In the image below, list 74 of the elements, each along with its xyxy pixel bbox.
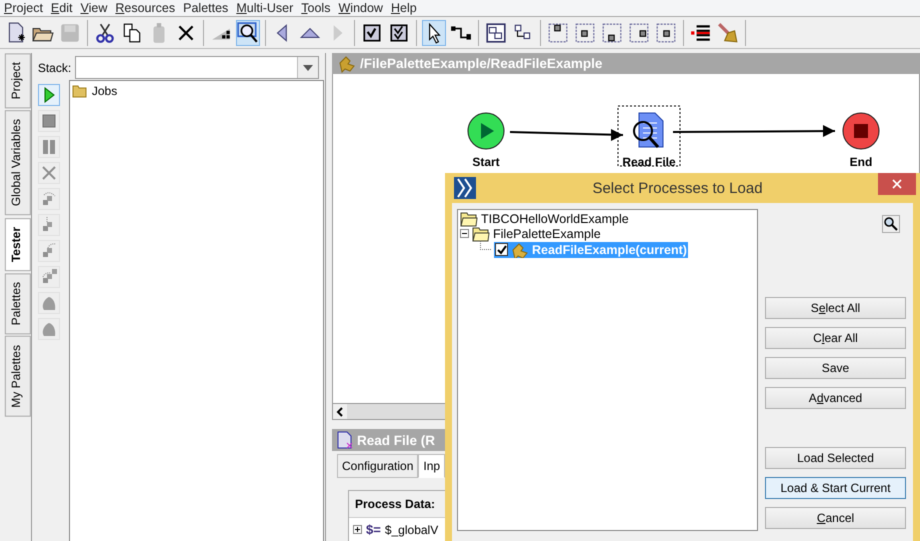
- copy-icon: [121, 22, 143, 44]
- start-node-icon[interactable]: [468, 112, 504, 150]
- node-label: End: [850, 155, 872, 170]
- menu-item[interactable]: Palettes: [183, 0, 228, 16]
- chevron-left-icon: [336, 406, 344, 417]
- dialog-button[interactable]: Cancel: [765, 507, 906, 529]
- align-center-icon: [655, 22, 677, 44]
- end-node-icon[interactable]: [842, 112, 880, 150]
- node-label: Start: [472, 155, 500, 170]
- broom-icon: [717, 22, 739, 44]
- menu-item[interactable]: Project: [4, 0, 43, 16]
- menu-item[interactable]: Multi-User: [236, 0, 294, 16]
- step-icon: [40, 268, 58, 286]
- expander[interactable]: [460, 229, 469, 238]
- align-middle-icon: [574, 22, 596, 44]
- tab[interactable]: Configuration: [337, 454, 418, 478]
- close-icon: [40, 164, 58, 182]
- dropdown-arrow-icon: [303, 64, 313, 70]
- variable-name: $_globalV: [384, 522, 438, 536]
- process-icon: [338, 54, 356, 73]
- search-icon: [237, 22, 259, 44]
- dialog-button[interactable]: Clear All: [765, 327, 906, 349]
- folder-icon: [460, 210, 478, 226]
- stack-label: Stack:: [38, 60, 72, 74]
- menu-item[interactable]: Window: [338, 0, 383, 16]
- close-icon: [892, 179, 902, 189]
- folder-icon: [472, 226, 490, 242]
- folder-icon: [72, 83, 88, 99]
- dialog-button[interactable]: Select All: [765, 297, 906, 319]
- search-icon: [884, 217, 898, 231]
- variable-symbol: $=: [366, 522, 381, 537]
- side-tab[interactable]: Tester: [5, 218, 31, 271]
- stop-icon: [40, 112, 58, 130]
- node-label: Read File: [622, 155, 676, 170]
- checkbox[interactable]: [495, 243, 508, 256]
- side-tab[interactable]: Palettes: [5, 272, 31, 334]
- side-tab[interactable]: Project: [5, 53, 31, 108]
- align-bottom-icon: [601, 22, 623, 44]
- double-check-icon: [388, 22, 410, 44]
- tree-item[interactable]: FilePaletteExample: [493, 226, 601, 240]
- dialog-button[interactable]: Save: [765, 357, 906, 379]
- tree-item[interactable]: Jobs: [92, 84, 118, 98]
- menu-item[interactable]: Tools: [301, 0, 330, 16]
- dialog-button[interactable]: Advanced: [765, 387, 906, 409]
- file-icon: [336, 431, 354, 449]
- side-tab[interactable]: My Palettes: [5, 336, 31, 417]
- close-button[interactable]: [878, 173, 916, 195]
- group-icon: [485, 22, 507, 44]
- tree-item[interactable]: TIBCOHelloWorldExample: [481, 212, 629, 226]
- checkbox-icon: [361, 22, 383, 44]
- menu-item[interactable]: Edit: [50, 0, 72, 16]
- app-logo-icon: [454, 177, 476, 199]
- align-top-icon: [547, 22, 569, 44]
- menu-item[interactable]: View: [80, 0, 108, 16]
- side-tab[interactable]: Global Variables: [5, 110, 31, 216]
- process-icon: [511, 242, 529, 258]
- activity-title: Read File (R: [357, 432, 436, 448]
- scroll-left-button[interactable]: [333, 404, 347, 419]
- dialog-button[interactable]: Load Selected: [765, 447, 906, 469]
- align-right-icon: [628, 22, 650, 44]
- stack-dropdown[interactable]: [75, 56, 319, 79]
- expander[interactable]: [353, 525, 362, 534]
- dialog-button[interactable]: Load & Start Current: [765, 477, 906, 499]
- menu-item[interactable]: Resources: [115, 0, 176, 16]
- tab[interactable]: Inp: [418, 454, 446, 478]
- toolbar-button[interactable]: [236, 20, 260, 46]
- dialog-title: Select Processes to Load: [592, 180, 763, 196]
- search-button[interactable]: [882, 215, 900, 233]
- process-path: /FilePaletteExample/ReadFileExample: [360, 56, 602, 72]
- toolbar-button[interactable]: [422, 20, 446, 46]
- read-file-icon[interactable]: [633, 112, 664, 148]
- menu-item[interactable]: Help: [390, 0, 417, 16]
- tester-button[interactable]: [38, 84, 60, 106]
- scissors-icon: [94, 22, 116, 44]
